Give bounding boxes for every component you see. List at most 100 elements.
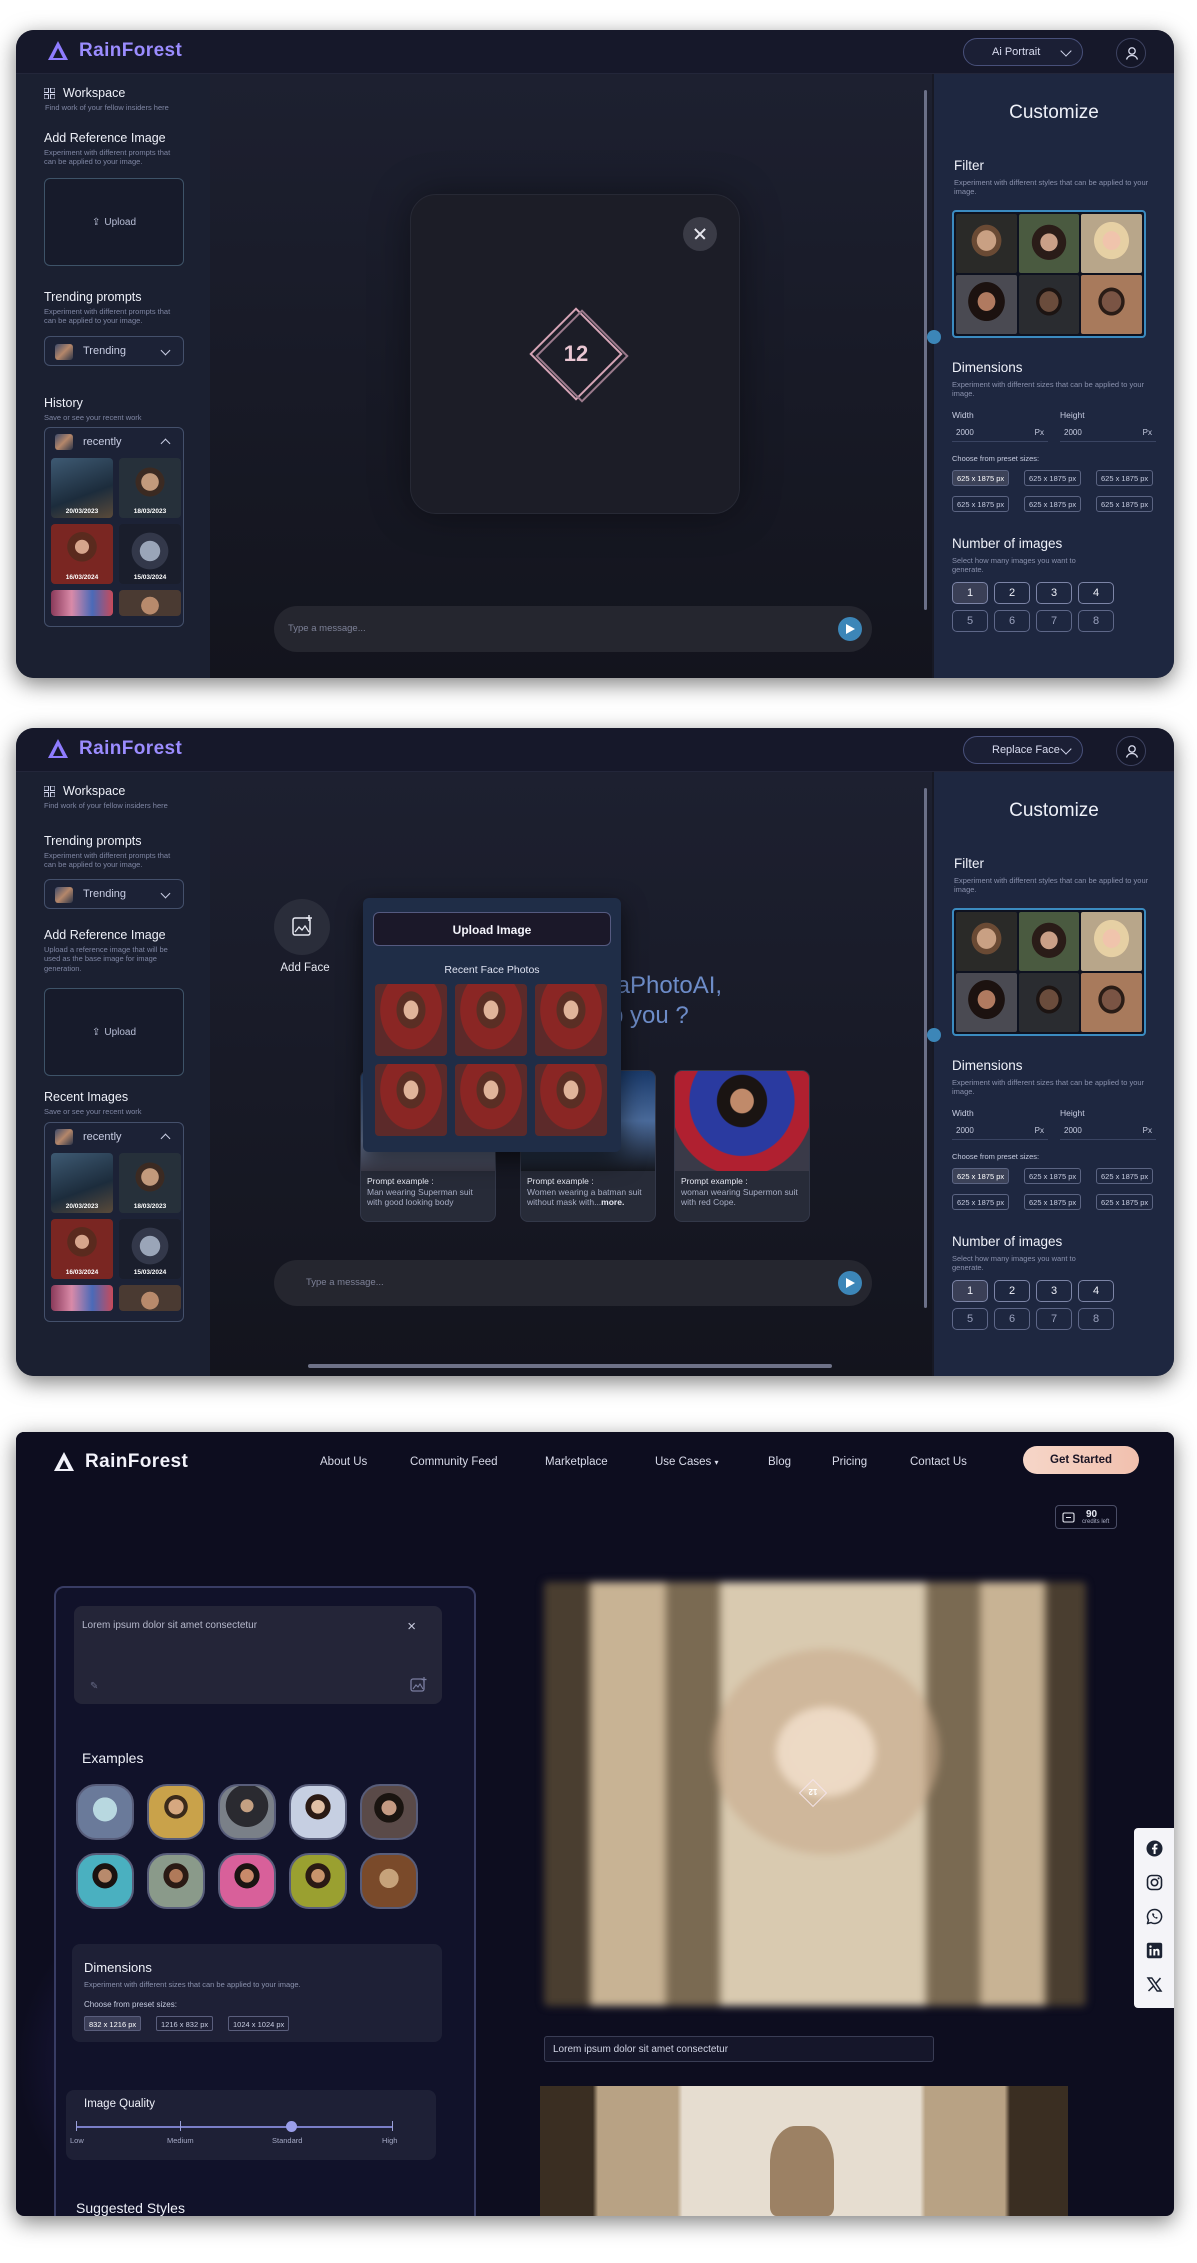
- recent-tile[interactable]: 16/03/2024: [51, 1219, 113, 1279]
- nav-use-cases[interactable]: Use Cases ▾: [655, 1456, 718, 1468]
- nav-blog[interactable]: Blog: [768, 1456, 791, 1468]
- horizontal-scrollbar[interactable]: [308, 1364, 832, 1368]
- image-count-option[interactable]: 1: [952, 582, 988, 604]
- trending-select[interactable]: Trending: [44, 336, 184, 366]
- collapse-toggle[interactable]: [927, 330, 941, 344]
- filter-option[interactable]: [1081, 912, 1142, 971]
- preset-size[interactable]: 1216 x 832 px: [156, 2016, 214, 2031]
- recent-tile[interactable]: 20/03/2023: [51, 1153, 113, 1213]
- upload-reference-button[interactable]: ⇪ Upload: [44, 988, 184, 1076]
- filter-option[interactable]: [1081, 214, 1142, 273]
- x-icon[interactable]: [1146, 1976, 1163, 1993]
- filter-option[interactable]: [1081, 275, 1142, 334]
- preset-size[interactable]: 625 x 1875 px: [1024, 496, 1082, 512]
- image-count-option[interactable]: 2: [994, 1280, 1030, 1302]
- preset-size[interactable]: 1024 x 1024 px: [228, 2016, 290, 2031]
- history-select[interactable]: recently: [45, 428, 183, 456]
- height-input[interactable]: 2000 Px: [1060, 1122, 1156, 1140]
- image-count-option[interactable]: 6: [994, 1308, 1030, 1330]
- preset-size[interactable]: 625 x 1875 px: [1096, 470, 1154, 486]
- preset-size[interactable]: 832 x 1216 px: [84, 2016, 142, 2031]
- recent-select[interactable]: recently: [45, 1123, 183, 1151]
- recent-tile[interactable]: 15/03/2024: [119, 1219, 181, 1279]
- filter-option[interactable]: [956, 973, 1017, 1032]
- width-unit[interactable]: Px: [1035, 1126, 1044, 1135]
- recent-face-photo[interactable]: [455, 984, 527, 1056]
- filter-grid[interactable]: [952, 210, 1146, 338]
- image-count-option[interactable]: 3: [1036, 582, 1072, 604]
- example-image[interactable]: [147, 1853, 205, 1909]
- collapse-toggle[interactable]: [927, 1028, 941, 1042]
- width-input[interactable]: 2000 Px: [952, 1122, 1048, 1140]
- whatsapp-icon[interactable]: [1146, 1908, 1163, 1925]
- image-count-option[interactable]: 4: [1078, 582, 1114, 604]
- send-icon[interactable]: [838, 1271, 862, 1295]
- logo[interactable]: RainForest: [46, 737, 182, 761]
- filter-option[interactable]: [956, 275, 1017, 334]
- image-count-option[interactable]: 4: [1078, 1280, 1114, 1302]
- filter-option[interactable]: [1018, 214, 1080, 273]
- history-tile[interactable]: 20/03/2023: [51, 458, 113, 518]
- example-image[interactable]: [218, 1853, 276, 1909]
- nav-community-feed[interactable]: Community Feed: [410, 1456, 498, 1468]
- history-tile[interactable]: 16/03/2024: [51, 524, 113, 584]
- facebook-icon[interactable]: [1146, 1840, 1163, 1857]
- example-image[interactable]: [76, 1853, 134, 1909]
- filter-option[interactable]: [1018, 275, 1080, 334]
- example-image[interactable]: [360, 1784, 418, 1840]
- image-count-option[interactable]: 3: [1036, 1280, 1072, 1302]
- height-unit[interactable]: Px: [1143, 1126, 1152, 1135]
- preset-size[interactable]: 625 x 1875 px: [952, 1194, 1010, 1210]
- example-image[interactable]: [147, 1784, 205, 1840]
- example-image[interactable]: [289, 1784, 347, 1840]
- get-started-button[interactable]: Get Started: [1023, 1446, 1139, 1474]
- vertical-scrollbar[interactable]: [924, 90, 927, 610]
- user-button[interactable]: [1116, 736, 1146, 766]
- prompt-textarea[interactable]: Lorem ipsum dolor sit amet consectetur ×…: [74, 1606, 442, 1704]
- quality-slider-handle[interactable]: [286, 2121, 297, 2132]
- prompt-example-card[interactable]: Prompt example : woman wearing Supermon …: [674, 1070, 810, 1222]
- history-panel[interactable]: recently 20/03/2023 18/03/2023 16/03/202…: [44, 427, 184, 627]
- vertical-scrollbar[interactable]: [924, 788, 927, 1308]
- example-image[interactable]: [76, 1784, 134, 1840]
- user-button[interactable]: [1116, 38, 1146, 68]
- preset-size[interactable]: 625 x 1875 px: [952, 496, 1010, 512]
- example-image[interactable]: [289, 1853, 347, 1909]
- image-count-option[interactable]: 6: [994, 610, 1030, 632]
- quality-slider-track[interactable]: [76, 2126, 392, 2128]
- close-icon[interactable]: [683, 217, 717, 251]
- generated-image-secondary[interactable]: [540, 2086, 1068, 2216]
- history-tile[interactable]: 18/03/2023: [119, 458, 181, 518]
- width-input[interactable]: 2000 Px: [952, 424, 1048, 442]
- mode-select[interactable]: Replace Face: [963, 736, 1083, 764]
- image-count-option[interactable]: 5: [952, 1308, 988, 1330]
- example-image[interactable]: [360, 1853, 418, 1909]
- workspace-section[interactable]: Workspace Find work of your fellow insid…: [44, 86, 169, 112]
- image-count-option[interactable]: 8: [1078, 1308, 1114, 1330]
- preset-size[interactable]: 625 x 1875 px: [952, 1168, 1010, 1184]
- filter-option[interactable]: [1018, 912, 1080, 971]
- recent-face-photo[interactable]: [535, 984, 607, 1056]
- history-tile[interactable]: [51, 590, 113, 616]
- image-count-option[interactable]: 8: [1078, 610, 1114, 632]
- recent-face-photo[interactable]: [375, 1064, 447, 1136]
- nav-pricing[interactable]: Pricing: [832, 1456, 867, 1468]
- read-more-link[interactable]: more.: [601, 1197, 624, 1207]
- filter-option[interactable]: [1081, 973, 1142, 1032]
- image-count-option[interactable]: 7: [1036, 610, 1072, 632]
- logo[interactable]: RainForest: [46, 39, 182, 63]
- image-count-option[interactable]: 1: [952, 1280, 988, 1302]
- pencil-icon[interactable]: ✎: [90, 1681, 98, 1692]
- example-image[interactable]: [218, 1784, 276, 1840]
- preset-size[interactable]: 625 x 1875 px: [952, 470, 1010, 486]
- nav-marketplace[interactable]: Marketplace: [545, 1456, 608, 1468]
- recent-tile[interactable]: [119, 1285, 181, 1311]
- recent-tile[interactable]: 18/03/2023: [119, 1153, 181, 1213]
- add-image-icon[interactable]: [410, 1676, 428, 1694]
- filter-option[interactable]: [956, 214, 1017, 273]
- recent-face-photo[interactable]: [375, 984, 447, 1056]
- message-input[interactable]: Type a message...: [274, 606, 872, 652]
- image-count-option[interactable]: 5: [952, 610, 988, 632]
- preset-size[interactable]: 625 x 1875 px: [1096, 1194, 1154, 1210]
- linkedin-icon[interactable]: [1146, 1942, 1163, 1959]
